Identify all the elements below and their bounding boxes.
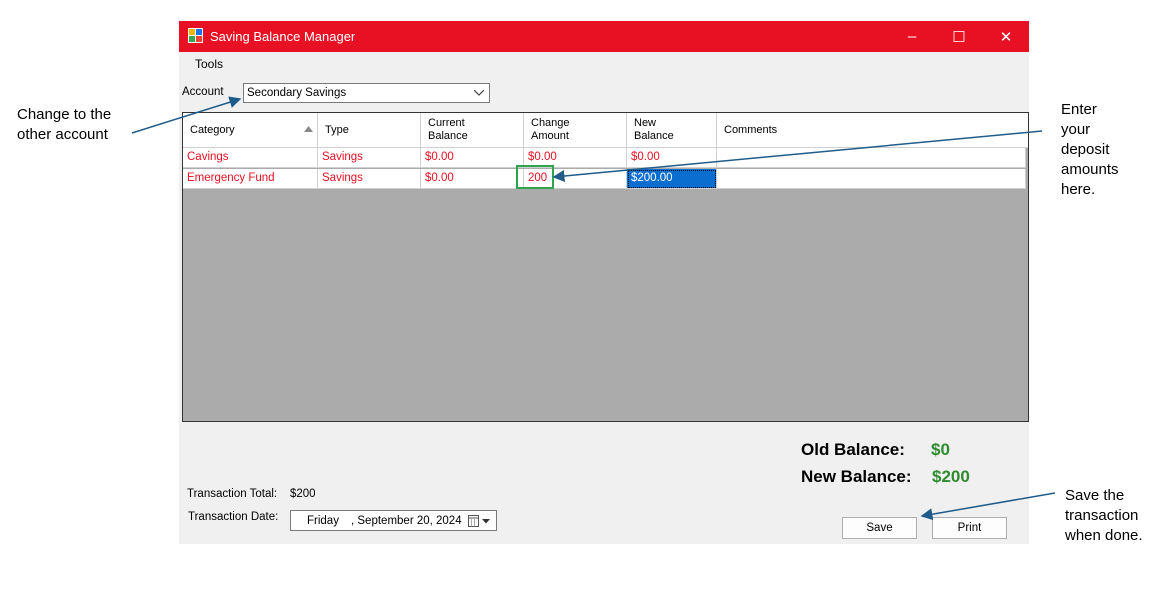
callout-arrows [131,96,1056,521]
account-arrow [131,96,242,134]
deposit-arrow [552,130,1043,182]
save-arrow [920,492,1056,521]
